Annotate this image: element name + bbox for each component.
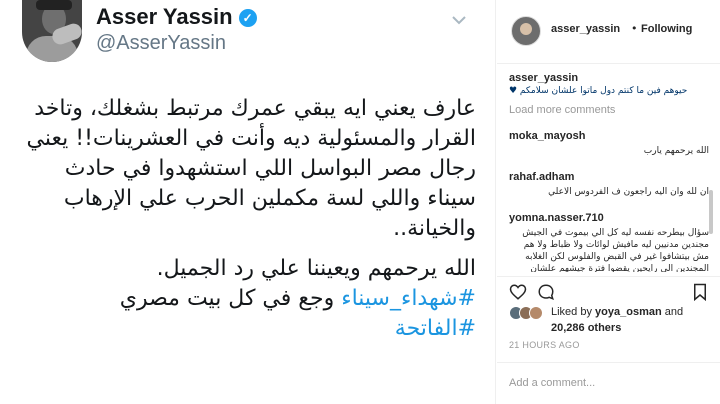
- hashtag-link: #شهداء_سيناء: [341, 286, 476, 311]
- tweet-line: القرار والمسئولية ديه وأنت في العشرينات!…: [26, 126, 476, 151]
- comment-icon[interactable]: [537, 283, 555, 301]
- tweet-hashtag-line: #شهداء_سيناء وجع في كل بيت مصري: [10, 284, 476, 314]
- load-more-comments-button[interactable]: Load more comments: [509, 104, 709, 116]
- comment-input[interactable]: [509, 373, 705, 393]
- tweet-handle: @AsserYassin: [96, 32, 226, 54]
- tweet-line: رجال مصر البواسل اللي استشهدوا في حادث: [64, 156, 476, 181]
- post-image[interactable]: Asser Yassin ✓ @AsserYassin عارف يعني ايه…: [0, 0, 496, 404]
- comments-scrollbar[interactable]: [709, 190, 713, 234]
- hashtag-link: #الفاتحة: [394, 316, 476, 341]
- liked-by-and: and: [664, 306, 684, 318]
- verified-badge-icon: ✓: [238, 9, 257, 27]
- liked-by-user[interactable]: yoya_osman: [595, 306, 662, 318]
- tweet-name-text: Asser Yassin: [96, 4, 233, 29]
- comments-list[interactable]: asser_yassin حيوهم فين ما كنتم دول ماتوا…: [509, 72, 709, 272]
- tweet-line: والخيانة..: [393, 216, 476, 241]
- chevron-down-icon: [452, 10, 466, 29]
- list-item: rahaf.adham ان لله وان اليه راجعون ف الف…: [509, 165, 709, 198]
- post-header: asser_yassin • Following: [497, 0, 720, 64]
- comment-text: الله يرحمهم يارب: [643, 146, 709, 156]
- avatar[interactable]: [529, 306, 543, 320]
- liked-by-count[interactable]: 20,286 others: [551, 322, 621, 334]
- comment-username[interactable]: rahaf.adham: [509, 171, 574, 183]
- action-bar: [497, 276, 720, 306]
- tweet-display-name: Asser Yassin ✓: [96, 4, 257, 30]
- comment-username[interactable]: moka_mayosh: [509, 130, 585, 142]
- tweet-hashtag-line: #الفاتحة: [10, 314, 476, 344]
- hashtag-suffix: وجع في كل بيت مصري: [119, 286, 335, 311]
- post-timestamp: 21 HOURS AGO: [509, 340, 580, 350]
- comment-text: سؤال بيطرحه نفسه ليه كل الي بيموت في الج…: [522, 228, 709, 272]
- post-side-panel: asser_yassin • Following asser_yassin حي…: [497, 0, 720, 404]
- comment-username[interactable]: yomna.nasser.710: [509, 212, 604, 224]
- bookmark-icon[interactable]: [691, 283, 709, 302]
- following-button[interactable]: Following: [641, 23, 692, 35]
- avatar[interactable]: [511, 16, 541, 46]
- header-separator: •: [631, 22, 638, 35]
- list-item: yomna.nasser.710 سؤال بيطرحه نفسه ليه كل…: [509, 206, 709, 272]
- tweet-line: سيناء واللي لسة مكملين الحرب علي الإرهاب: [63, 186, 476, 211]
- liked-by-prefix: Liked by: [551, 306, 592, 318]
- liker-avatars: [509, 306, 543, 322]
- caption-text: حيوهم فين ما كنتم دول ماتوا علشان سلامكم…: [509, 86, 688, 96]
- liked-by-text: Liked by yoya_osman and 20,286 others: [551, 304, 711, 336]
- tweet-body: عارف يعني ايه يبقي عمرك مرتبط بشغلك، وتا…: [10, 94, 476, 344]
- comment-text: ان لله وان اليه راجعون ف الفردوس الاعلي: [548, 187, 709, 197]
- add-comment-bar: [497, 362, 720, 404]
- tweet-avatar: [22, 0, 82, 62]
- tweet-line: عارف يعني ايه يبقي عمرك مرتبط بشغلك، وتا…: [34, 96, 476, 121]
- tweet-prayer: الله يرحمهم ويعيننا علي رد الجميل.: [156, 256, 476, 281]
- post-username[interactable]: asser_yassin: [551, 23, 620, 35]
- caption-username[interactable]: asser_yassin: [509, 72, 709, 84]
- list-item: moka_mayosh الله يرحمهم يارب: [509, 124, 709, 157]
- heart-icon[interactable]: [509, 283, 527, 301]
- caption: asser_yassin حيوهم فين ما كنتم دول ماتوا…: [509, 72, 709, 96]
